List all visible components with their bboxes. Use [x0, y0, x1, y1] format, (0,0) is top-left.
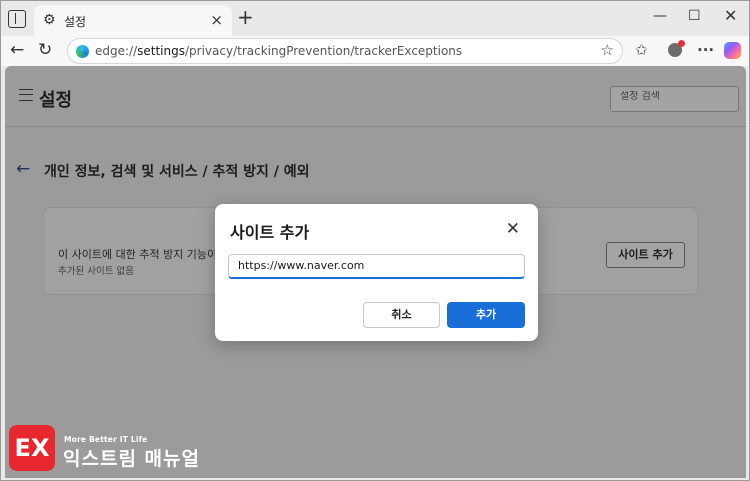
settings-search[interactable]	[610, 86, 739, 112]
breadcrumb: 개인 정보, 검색 및 서비스 / 추적 방지 / 예외	[44, 164, 310, 180]
add-site-button[interactable]: 사이트 추가	[606, 242, 685, 268]
maximize-icon[interactable]: ☐	[688, 7, 701, 25]
tab-settings[interactable]: ⚙ 설정 ×	[34, 5, 232, 36]
confirm-add-button[interactable]: 추가	[447, 302, 525, 328]
close-tab-icon[interactable]: ×	[210, 11, 223, 29]
gear-icon: ⚙	[43, 12, 56, 28]
header-divider	[5, 126, 746, 127]
new-tab-icon[interactable]: +	[237, 7, 254, 27]
address-bar[interactable]: edge://settings/privacy/trackingPreventi…	[67, 38, 623, 64]
page-title: 설정	[39, 90, 73, 111]
favorite-star-icon[interactable]: ☆	[601, 41, 614, 59]
address-url: edge://settings/privacy/trackingPreventi…	[95, 44, 463, 58]
tab-actions-icon[interactable]	[8, 10, 26, 28]
edge-logo-icon	[76, 45, 89, 58]
more-menu-icon[interactable]: ···	[697, 40, 714, 60]
window-close-icon[interactable]: ✕	[724, 7, 737, 25]
refresh-icon[interactable]: ↻	[38, 39, 52, 61]
settings-search-input[interactable]	[620, 91, 730, 102]
tab-strip: ⚙ 설정 × + — ☐ ✕	[1, 1, 749, 36]
cancel-button[interactable]: 취소	[363, 302, 440, 328]
browser-window: ⚙ 설정 × + — ☐ ✕ ← ↻ edge://settings/priva…	[0, 0, 750, 481]
site-url-field[interactable]	[228, 254, 525, 279]
tab-title: 설정	[64, 15, 87, 29]
watermark-name: 익스트림 매뉴얼	[63, 448, 200, 470]
profile-avatar-icon[interactable]	[668, 40, 685, 57]
exceptions-empty-text: 추가된 사이트 없음	[58, 266, 134, 277]
navigation-toolbar: ← ↻ edge://settings/privacy/trackingPrev…	[1, 36, 749, 66]
back-icon[interactable]: ←	[10, 39, 24, 61]
add-site-dialog: 사이트 추가 ✕ 취소 추가	[215, 204, 538, 341]
hamburger-menu-icon[interactable]	[19, 89, 33, 101]
copilot-icon[interactable]	[724, 42, 741, 59]
favorites-icon[interactable]: ✩	[635, 40, 648, 60]
dialog-close-icon[interactable]: ✕	[506, 219, 520, 239]
watermark-logo: EX	[9, 425, 55, 471]
minimize-icon[interactable]: —	[653, 7, 667, 25]
dialog-title: 사이트 추가	[230, 223, 310, 242]
watermark-tagline: More Better IT Life	[64, 435, 148, 444]
exceptions-description: 이 사이트에 대한 추적 방지 기능이	[58, 248, 218, 261]
back-arrow-icon[interactable]: ←	[16, 159, 30, 179]
site-url-input[interactable]	[238, 259, 508, 272]
